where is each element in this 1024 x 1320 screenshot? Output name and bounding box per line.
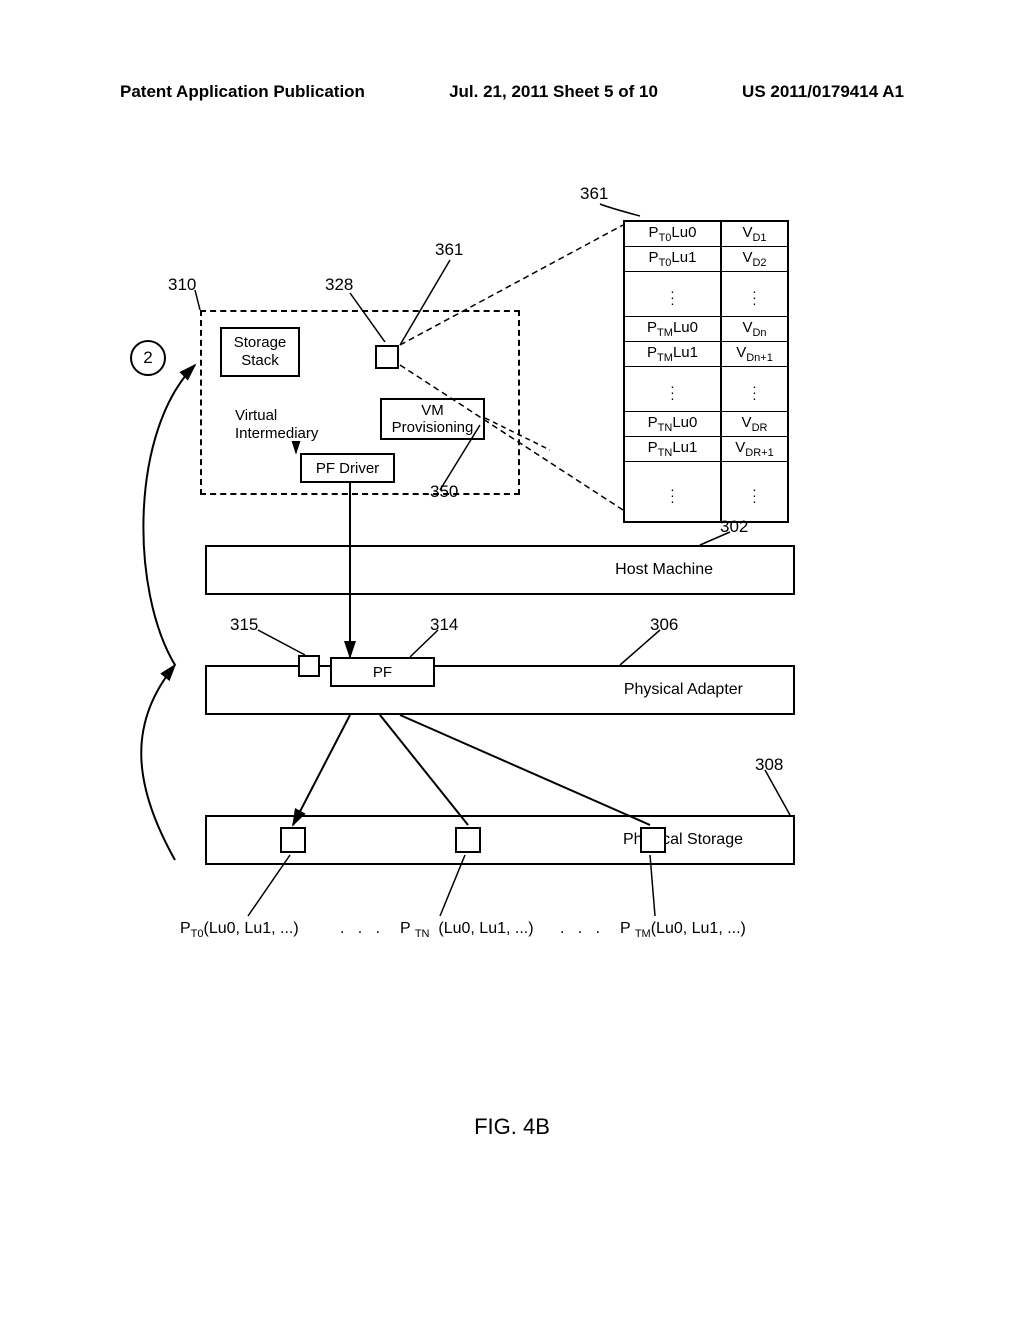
ref-328: 328 (325, 275, 353, 295)
small-box-315 (298, 655, 320, 677)
storage-stack-box: Storage Stack (220, 327, 300, 377)
ref-308: 308 (755, 755, 783, 775)
vm-provisioning-box: VM Provisioning (380, 398, 485, 440)
header-right: US 2011/0179414 A1 (742, 82, 904, 102)
virtual-intermediary-label: Virtual Intermediary (235, 407, 318, 443)
ref-361a: 361 (580, 184, 608, 204)
ref-361b: 361 (435, 240, 463, 260)
pf-driver-box: PF Driver (300, 453, 395, 483)
storage-port-ptm (640, 827, 666, 853)
host-machine-box: Host Machine (205, 545, 795, 595)
ref-302: 302 (720, 517, 748, 537)
small-box-328 (375, 345, 399, 369)
figure-label: FIG. 4B (0, 1114, 1024, 1140)
ref-314: 314 (430, 615, 458, 635)
ref-350: 350 (430, 482, 458, 502)
header-left: Patent Application Publication (120, 82, 365, 102)
dots-2: . . . (560, 920, 600, 938)
port-label-ptn: P TN (Lu0, Lu1, ...) (400, 920, 534, 940)
mapping-table-361: PT0Lu0VD1 PT0Lu1VD2 ...... PTMLu0VDn PTM… (623, 220, 789, 523)
page-header: Patent Application Publication Jul. 21, … (0, 82, 1024, 102)
dots-1: . . . (340, 920, 380, 938)
port-label-ptm: P TM(Lu0, Lu1, ...) (620, 920, 746, 940)
ref-315: 315 (230, 615, 258, 635)
ref-310: 310 (168, 275, 196, 295)
ref-306: 306 (650, 615, 678, 635)
storage-port-pt0 (280, 827, 306, 853)
step-circle-2: 2 (130, 340, 166, 376)
pf-box: PF (330, 657, 435, 687)
port-label-pt0: PT0(Lu0, Lu1, ...) (180, 920, 299, 940)
storage-port-ptn (455, 827, 481, 853)
header-center: Jul. 21, 2011 Sheet 5 of 10 (449, 82, 658, 102)
diagram: 2 Storage Stack Virtual Intermediary VM … (0, 160, 1024, 1060)
physical-adapter-box: Physical Adapter (205, 665, 795, 715)
